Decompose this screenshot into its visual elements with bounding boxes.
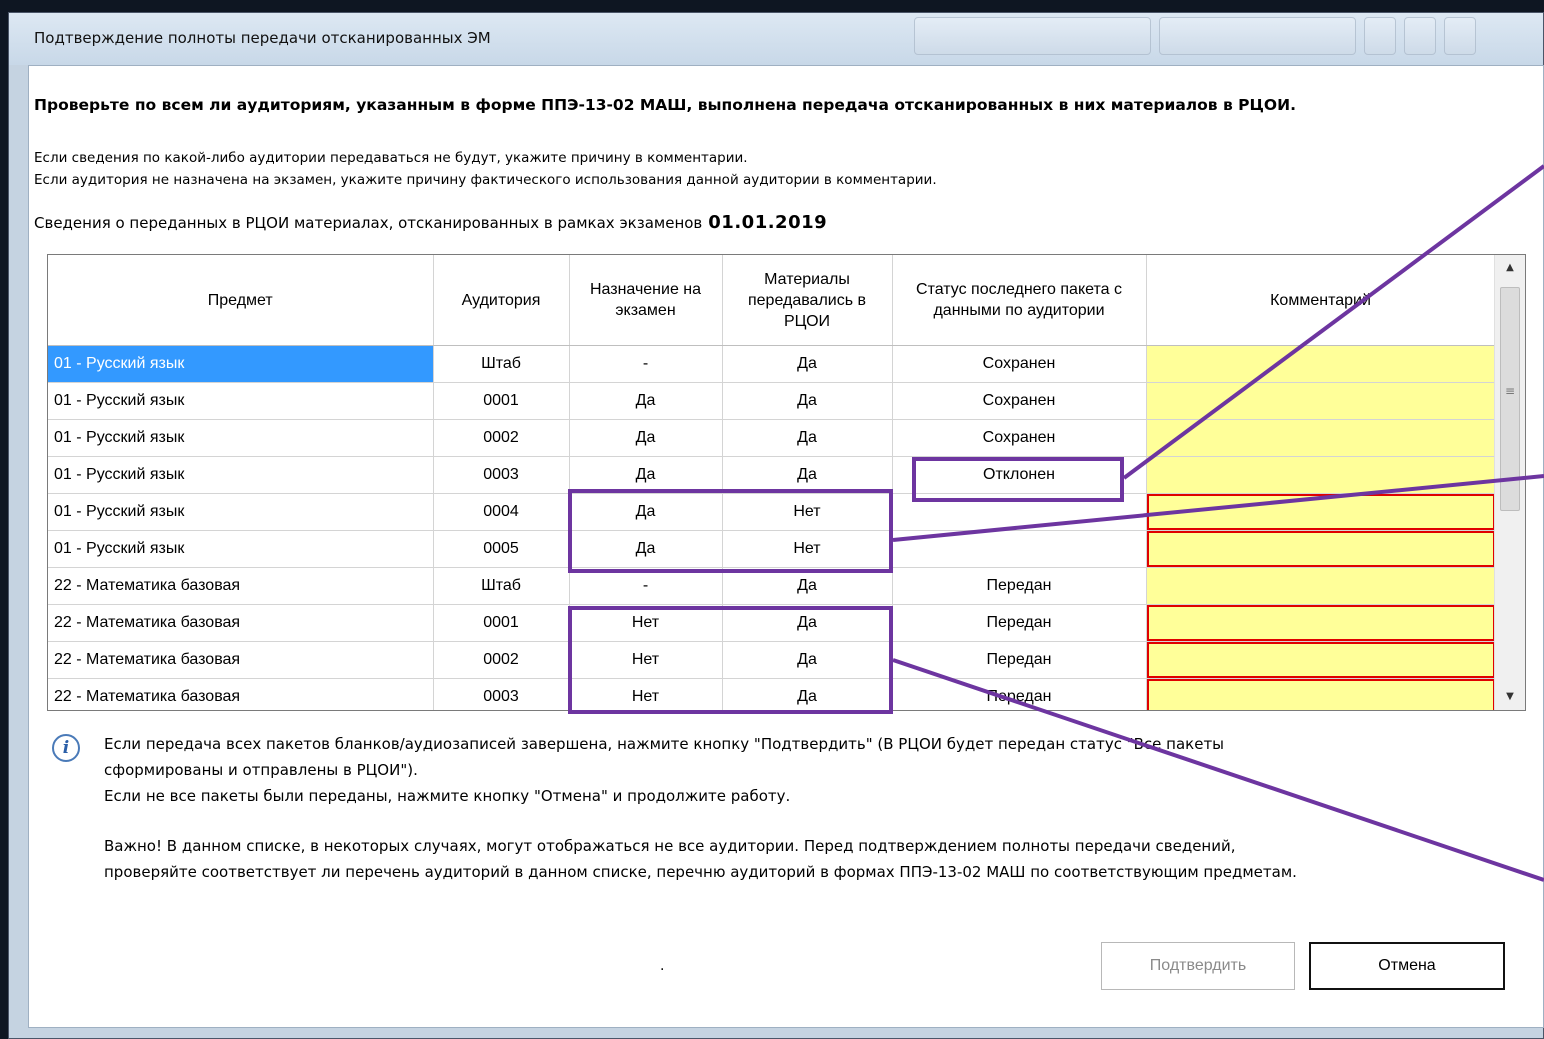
callout-line <box>1122 164 1544 480</box>
callout-line <box>892 658 1544 882</box>
callout-lines <box>892 164 1544 882</box>
callout-line <box>892 474 1544 542</box>
